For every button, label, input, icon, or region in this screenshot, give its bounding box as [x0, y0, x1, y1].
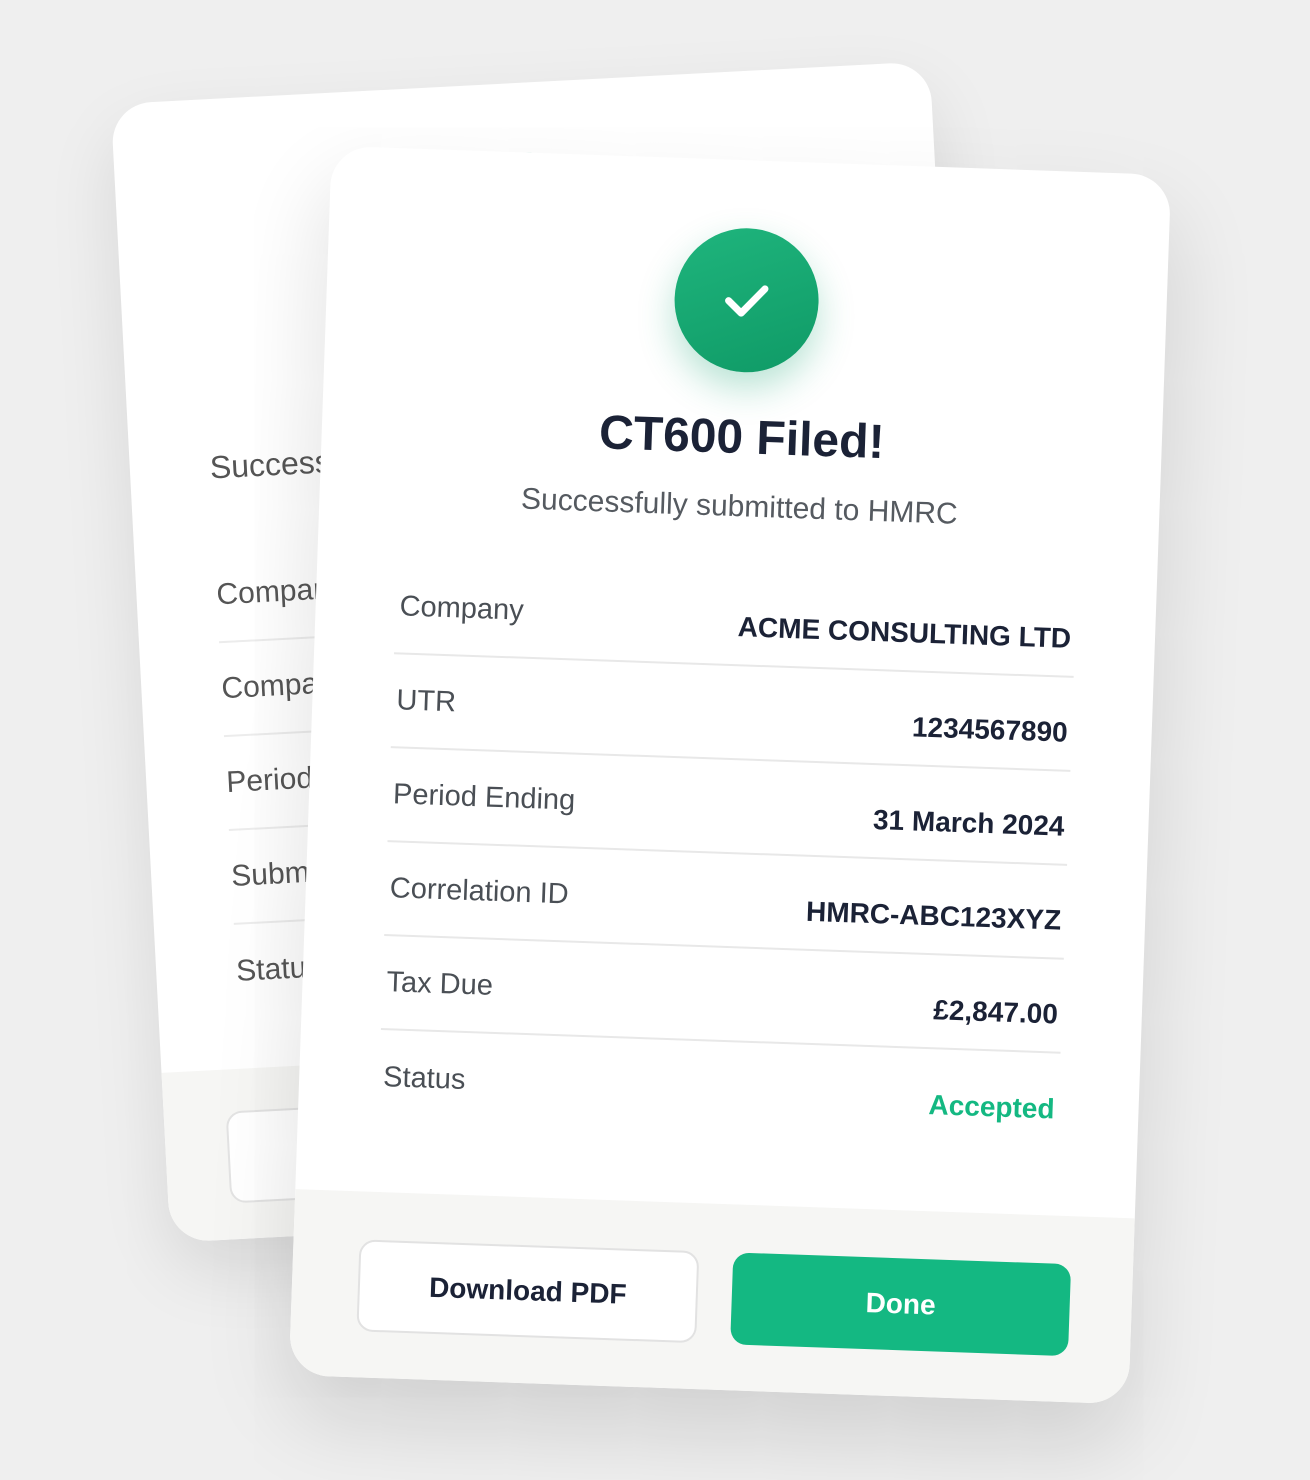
row-label: UTR: [395, 683, 457, 718]
success-badge: [672, 225, 822, 375]
card-footer: Download PDF Done: [288, 1189, 1135, 1405]
row-value: £2,847.00: [932, 994, 1059, 1030]
page-subtitle: Successfully submitted to HMRC: [520, 482, 959, 531]
row-label: Company: [399, 589, 525, 627]
row-value: ACME CONSULTING LTD: [737, 611, 1072, 654]
done-button[interactable]: Done: [730, 1252, 1072, 1357]
row-value: HMRC-ABC123XYZ: [805, 895, 1062, 936]
row-value: 31 March 2024: [872, 804, 1065, 842]
stage: Successfully submitted to HMRC Company C…: [0, 0, 1310, 1480]
filing-success-card: CT600 Filed! Successfully submitted to H…: [288, 145, 1172, 1405]
check-icon: [725, 285, 769, 317]
row-label: Tax Due: [386, 965, 494, 1002]
row-label: Correlation ID: [389, 871, 570, 910]
row-value: 1234567890: [911, 711, 1069, 748]
row-label: Status: [382, 1060, 466, 1096]
row-label: Period Ending: [392, 777, 576, 817]
back-row-label: Period: [225, 761, 314, 800]
page-title: CT600 Filed!: [598, 406, 886, 470]
download-pdf-button[interactable]: Download PDF: [356, 1239, 700, 1344]
status-badge: Accepted: [928, 1089, 1056, 1125]
details-list: Company ACME CONSULTING LTD UTR 12345678…: [378, 560, 1077, 1147]
